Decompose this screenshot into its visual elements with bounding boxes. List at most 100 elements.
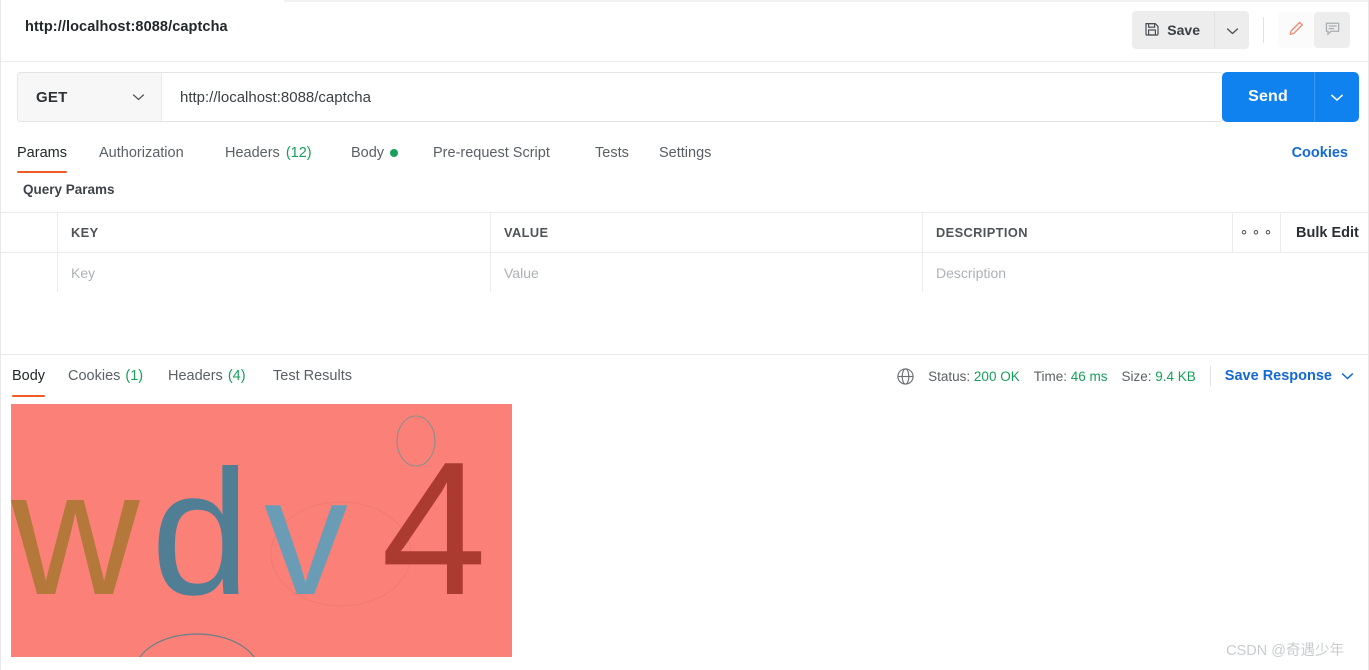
row-key-cell[interactable]: Key [58, 253, 491, 292]
save-button-group: Save [1132, 11, 1249, 49]
table-options-button[interactable]: ⚬⚬⚬ [1233, 213, 1281, 252]
pencil-icon [1288, 20, 1305, 40]
response-tab-body-label: Body [12, 368, 46, 384]
tab-params[interactable]: Params [17, 132, 67, 173]
row-options-cell [1233, 253, 1281, 292]
tab-authorization[interactable]: Authorization [99, 132, 184, 173]
ellipsis-icon: ⚬⚬⚬ [1238, 224, 1275, 240]
tab-pre-request-script-label: Pre-request Script [433, 144, 550, 161]
row-key-placeholder: Key [71, 264, 96, 281]
row-value-cell[interactable]: Value [491, 253, 923, 292]
tab-body-label: Body [351, 144, 385, 161]
params-empty-area [1, 292, 1368, 354]
row-checkbox-cell[interactable] [1, 253, 58, 292]
save-button[interactable]: Save [1132, 11, 1214, 49]
row-description-cell[interactable]: Description [923, 253, 1233, 292]
send-button-group: Send [1222, 72, 1359, 122]
header-value-label: VALUE [504, 225, 549, 240]
response-bar: Body Cookies (1) Headers (4) Test Result… [1, 354, 1368, 397]
send-button[interactable]: Send [1222, 72, 1314, 122]
response-tab-test-results-label: Test Results [273, 368, 352, 384]
comment-button[interactable] [1314, 12, 1350, 48]
captcha-char-1: d [151, 433, 250, 632]
row-value-placeholder: Value [504, 264, 539, 281]
tab-headers-label: Headers [225, 144, 280, 161]
response-tab-body[interactable]: Body [12, 355, 46, 397]
chevron-down-icon [1226, 23, 1239, 38]
time-value: 46 ms [1070, 368, 1108, 384]
postman-request-view: http://localhost:8088/captcha Save GET h… [0, 0, 1369, 670]
header-checkbox-cell [1, 213, 58, 252]
tab-authorization-label: Authorization [99, 144, 184, 161]
status-value: 200 OK [973, 368, 1020, 384]
table-row: Key Value Description [1, 253, 1368, 293]
header-value-cell: VALUE [491, 213, 923, 252]
time-badge: Time: 46 ms [1034, 369, 1108, 384]
tab-headers-count: (12) [285, 144, 312, 161]
captcha-char-2: v [264, 442, 348, 630]
row-trailing-cell [1281, 253, 1368, 292]
save-response-button[interactable]: Save Response [1225, 368, 1354, 384]
chevron-down-icon [132, 88, 145, 106]
active-tab-underline [17, 170, 67, 173]
captcha-svg: w d v 4 [11, 404, 512, 657]
time-label: Time: [1033, 368, 1067, 384]
response-tab-test-results[interactable]: Test Results [273, 355, 352, 397]
status-label: Status: [928, 368, 971, 384]
top-bar-actions: Save [1132, 11, 1350, 49]
query-params-table: KEY VALUE DESCRIPTION ⚬⚬⚬ Bulk Edit Key … [1, 212, 1368, 293]
tab-pre-request-script[interactable]: Pre-request Script [433, 132, 550, 173]
captcha-char-3: 4 [381, 423, 487, 635]
query-params-title: Query Params [23, 182, 115, 197]
header-key-label: KEY [71, 225, 99, 240]
save-response-label: Save Response [1224, 368, 1332, 384]
tab-settings[interactable]: Settings [659, 132, 711, 173]
size-badge: Size: 9.4 KB [1121, 369, 1195, 384]
response-captcha-image: w d v 4 [11, 404, 512, 657]
bulk-edit-label: Bulk Edit [1296, 224, 1359, 241]
size-label: Size: [1121, 368, 1152, 384]
active-response-tab-underline [12, 394, 46, 397]
captcha-char-0: w [11, 433, 140, 632]
url-bar: GET [17, 72, 1224, 122]
header-description-label: DESCRIPTION [936, 225, 1028, 240]
status-divider [1209, 366, 1211, 386]
comment-icon [1324, 20, 1341, 40]
header-description-cell: DESCRIPTION [923, 213, 1233, 252]
watermark: CSDN @奇遇少年 [1226, 643, 1344, 659]
url-input[interactable] [162, 73, 1223, 121]
body-modified-dot-icon [390, 148, 399, 157]
status-badge: Status: 200 OK [928, 369, 1020, 384]
tab-params-label: Params [17, 144, 67, 161]
table-header-row: KEY VALUE DESCRIPTION ⚬⚬⚬ Bulk Edit [1, 213, 1368, 253]
bulk-edit-button[interactable]: Bulk Edit [1281, 213, 1368, 252]
send-options-button[interactable] [1314, 72, 1359, 122]
tab-body[interactable]: Body [351, 132, 399, 173]
save-button-label: Save [1167, 22, 1200, 38]
http-method-select[interactable]: GET [18, 73, 162, 121]
response-tab-cookies-label: Cookies [68, 368, 121, 384]
globe-icon [896, 367, 915, 386]
tab-headers[interactable]: Headers (12) [225, 132, 312, 173]
toolbar-divider [1263, 17, 1264, 43]
tab-tests[interactable]: Tests [595, 132, 629, 173]
page-title: http://localhost:8088/captcha [25, 19, 228, 35]
request-tabs: Params Authorization Headers (12) Body P… [1, 132, 1368, 173]
http-method-label: GET [36, 88, 68, 106]
save-options-button[interactable] [1214, 11, 1249, 49]
response-tab-cookies-count: (1) [125, 368, 144, 384]
response-tab-headers[interactable]: Headers (4) [168, 355, 246, 397]
tab-tests-label: Tests [595, 144, 629, 161]
row-description-placeholder: Description [936, 264, 1007, 281]
response-tab-cookies[interactable]: Cookies (1) [68, 355, 143, 397]
response-status-line: Status: 200 OK Time: 46 ms Size: 9.4 KB … [896, 355, 1354, 397]
top-bar: http://localhost:8088/captcha Save [1, 0, 1368, 62]
response-tab-headers-label: Headers [168, 368, 223, 384]
tab-strip-edge [284, 0, 1368, 2]
size-value: 9.4 KB [1155, 368, 1196, 384]
floppy-disk-icon [1144, 21, 1160, 40]
request-url-row: GET Send [1, 62, 1368, 132]
cookies-link[interactable]: Cookies [1292, 132, 1348, 173]
chevron-down-icon [1330, 90, 1344, 105]
edit-request-button[interactable] [1278, 12, 1314, 48]
